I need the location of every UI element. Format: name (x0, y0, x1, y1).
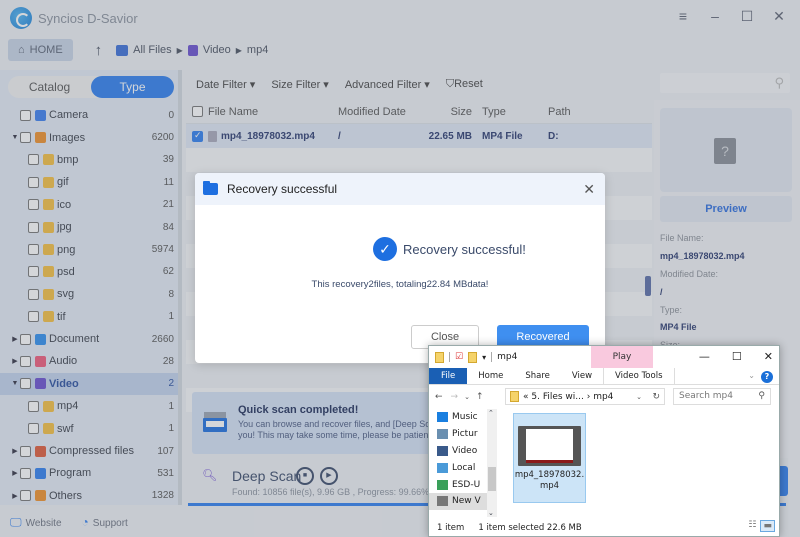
nav-item-label: Music (452, 412, 478, 423)
play-context-tab: Play (591, 346, 653, 368)
quick-access-dropdown-icon[interactable]: ▾ (482, 353, 486, 362)
ribbon-tab-view[interactable]: View (561, 368, 603, 384)
explorer-status-bar: 1 item 1 item selected 22.6 MB (429, 520, 779, 536)
nav-item-icon (437, 479, 448, 490)
scroll-down-icon[interactable]: ⌄ (488, 509, 494, 517)
file-item-selected[interactable]: mp4_18978032.mp4 (513, 413, 586, 503)
explorer-close-button[interactable]: ✕ (764, 350, 773, 363)
nav-item-label: Local (452, 462, 476, 473)
video-thumbnail-icon (518, 426, 581, 466)
nav-item-icon (437, 462, 448, 473)
file-item-name: mp4_18978032.mp4 (514, 470, 585, 491)
nav-item-label: New V (452, 496, 481, 507)
recovery-summary: This recovery2files, totaling22.84 MBdat… (311, 279, 489, 290)
ribbon-expand-icon[interactable]: ⌄ (748, 371, 755, 380)
ribbon-tabs: File Home Share View Video Tools (429, 368, 779, 385)
properties-icon[interactable]: ☑ (455, 352, 463, 362)
file-explorer-window: ☑ ▾ mp4 Play — ☐ ✕ File Home Share View … (428, 345, 780, 537)
folder-icon (203, 181, 218, 195)
explorer-address-row: ← → ⌄ ↑ « 5. Files wi... › mp4 ⌄ ↻ Searc… (429, 386, 779, 408)
forward-arrow-icon[interactable]: → (451, 392, 459, 402)
recovery-dialog: Recovery successful ✕ ✓ Recovery success… (195, 173, 605, 363)
nav-item-icon (437, 429, 448, 440)
refresh-icon[interactable]: ↻ (652, 392, 660, 402)
back-arrow-icon[interactable]: ← (435, 392, 443, 402)
dialog-header: Recovery successful (195, 173, 605, 205)
explorer-search-input[interactable]: Search mp4 ⚲ (673, 388, 771, 405)
nav-scrollbar[interactable]: ⌃ ⌄ (487, 409, 497, 517)
explorer-title: mp4 (497, 352, 518, 362)
help-icon[interactable]: ? (761, 371, 773, 383)
address-bar[interactable]: « 5. Files wi... › mp4 ⌄ ↻ (505, 388, 665, 405)
nav-item-label: Video (452, 445, 478, 456)
ribbon-tab-file[interactable]: File (429, 368, 468, 384)
recent-locations-icon[interactable]: ⌄ (464, 393, 470, 401)
large-icons-view-icon[interactable]: ▬ (760, 520, 775, 532)
up-arrow-icon[interactable]: ↑ (476, 392, 484, 402)
success-message: ✓ Recovery successful! (373, 237, 526, 261)
check-circle-icon: ✓ (373, 237, 397, 261)
folder-icon (510, 391, 519, 402)
ribbon-tab-video-tools[interactable]: Video Tools (603, 368, 675, 384)
nav-item-label: ESD-U (452, 479, 481, 490)
item-count: 1 item (437, 523, 465, 533)
ribbon-tab-share[interactable]: Share (514, 368, 561, 384)
nav-item-icon (437, 445, 448, 456)
explorer-maximize-button[interactable]: ☐ (732, 350, 742, 363)
search-icon: ⚲ (758, 391, 765, 401)
scroll-up-icon[interactable]: ⌃ (488, 409, 494, 417)
dialog-title: Recovery successful (227, 182, 338, 196)
selection-info: 1 item selected 22.6 MB (478, 523, 582, 533)
folder-icon (435, 351, 444, 363)
ribbon-tab-home[interactable]: Home (467, 368, 514, 384)
nav-item-label: Pictur (452, 429, 478, 440)
nav-item-icon (437, 412, 448, 423)
new-folder-icon[interactable] (468, 351, 478, 363)
dialog-close-icon[interactable]: ✕ (583, 181, 595, 198)
address-dropdown-icon[interactable]: ⌄ (636, 393, 642, 401)
nav-item-icon (437, 496, 448, 507)
details-view-icon[interactable]: ☷ (748, 520, 756, 532)
explorer-minimize-button[interactable]: — (699, 350, 710, 363)
